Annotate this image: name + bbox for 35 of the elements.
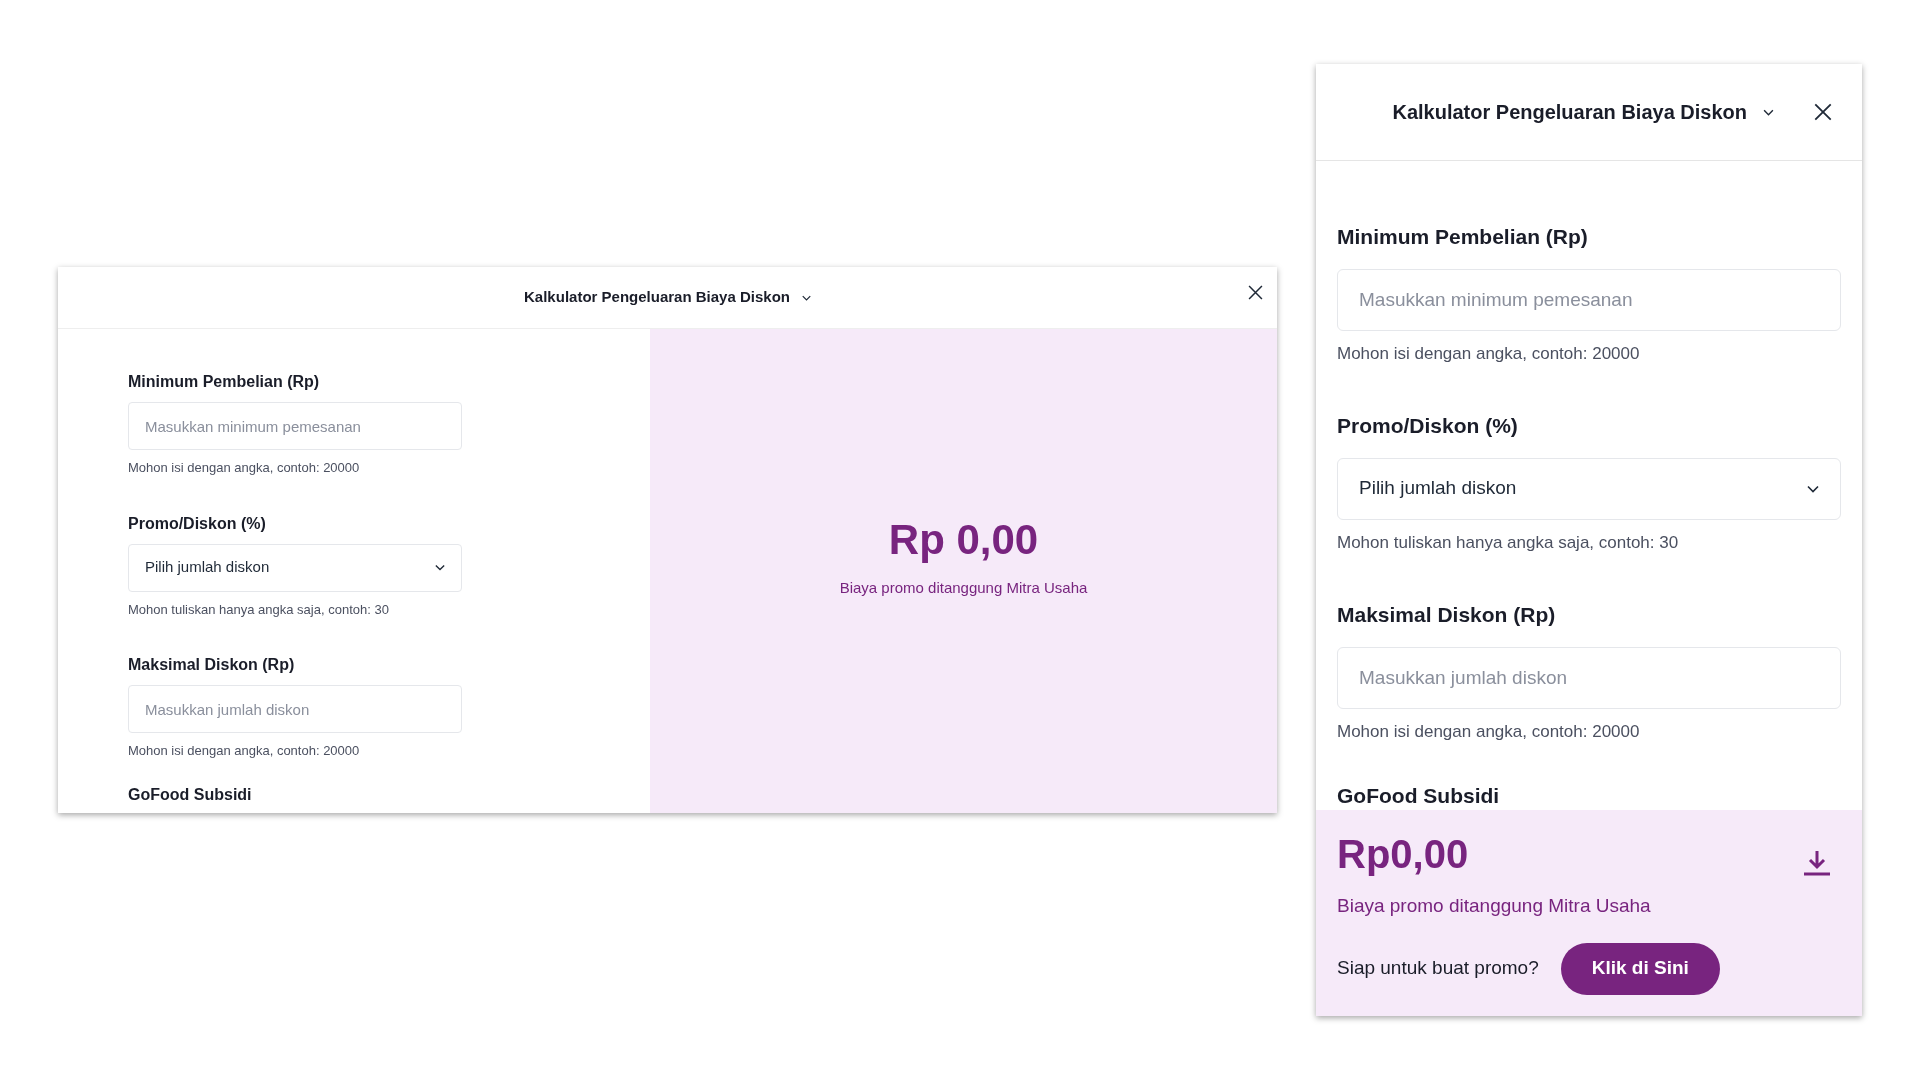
field-label: Minimum Pembelian (Rp) <box>128 372 321 392</box>
helper-text: Mohon isi dengan angka, contoh: 20000 <box>1337 342 1641 365</box>
helper-text: Mohon tuliskan hanya angka saja, contoh: 30 <box>1337 531 1680 554</box>
text-input-field[interactable]: Masukkan minimum pemesanan <box>1337 268 1841 331</box>
helper-text: Mohon isi dengan angka, contoh: 20000 <box>128 742 361 760</box>
helper-text: Mohon isi dengan angka, contoh: 20000 <box>1337 720 1641 743</box>
dropdown-select[interactable]: Pilih jumlah diskon <box>128 543 462 592</box>
field-label: Maksimal Diskon (Rp) <box>1337 602 1557 628</box>
text-input-field[interactable]: Masukkan jumlah diskon <box>1337 646 1841 709</box>
text-input-field[interactable]: Masukkan jumlah diskon <box>128 685 462 733</box>
cta-button[interactable]: Klik di Sini <box>1560 942 1720 995</box>
chevron-down-icon <box>1807 484 1819 493</box>
chevron-down-icon <box>801 294 811 301</box>
dropdown-select[interactable]: Pilih jumlah diskon <box>1337 457 1841 520</box>
close-icon[interactable] <box>1248 285 1263 300</box>
section-title: GoFood Subsidi <box>1337 783 1501 809</box>
helper-text: Mohon isi dengan angka, contoh: 20000 <box>128 459 361 477</box>
field-label: Minimum Pembelian (Rp) <box>1337 224 1589 250</box>
field-label: Promo/Diskon (%) <box>128 513 267 534</box>
result-caption: Biaya promo ditanggung Mitra Usaha <box>839 577 1088 598</box>
chevron-down-icon <box>435 564 445 571</box>
promo-prompt: Siap untuk buat promo? <box>1337 956 1539 981</box>
dialog-title: Kalkulator Pengeluaran Biaya Diskon <box>1392 100 1747 125</box>
result-amount: Rp 0,00 <box>888 518 1039 561</box>
dialog-title: Kalkulator Pengeluaran Biaya Diskon <box>524 287 790 308</box>
result-amount: Rp0,00 <box>1337 834 1470 874</box>
section-title: GoFood Subsidi <box>128 784 253 805</box>
field-label: Promo/Diskon (%) <box>1337 413 1519 439</box>
text-input-field[interactable]: Masukkan minimum pemesanan <box>128 402 462 450</box>
result-caption: Biaya promo ditanggung Mitra Usaha <box>1337 894 1651 918</box>
chevron-down-icon <box>1763 108 1774 116</box>
field-label: Maksimal Diskon (Rp) <box>128 655 296 675</box>
close-icon[interactable] <box>1814 103 1832 121</box>
helper-text: Mohon tuliskan hanya angka saja, contoh: 30 <box>128 600 390 619</box>
download-icon[interactable] <box>1803 848 1831 876</box>
